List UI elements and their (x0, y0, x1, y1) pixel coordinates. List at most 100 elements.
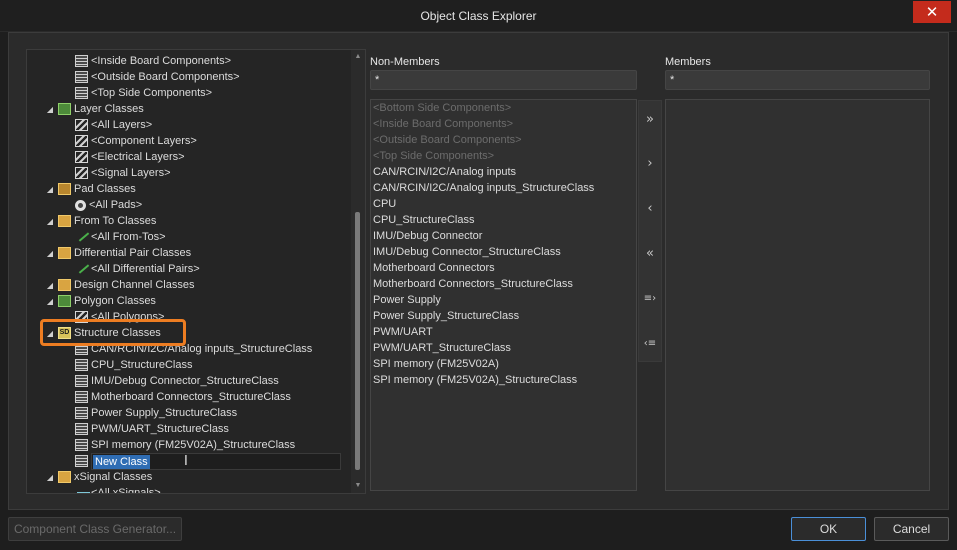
tree-item-label: <All xSignals> (91, 487, 161, 494)
tree-scrollbar[interactable]: ▲ ▼ (351, 50, 365, 493)
scroll-thumb[interactable] (355, 212, 360, 470)
non-member-item[interactable]: <Outside Board Components> (373, 132, 522, 148)
class-icon (75, 71, 88, 83)
tree-item[interactable]: IMU/Debug Connector_StructureClass (75, 373, 279, 389)
add-all-button[interactable]: » (639, 108, 661, 132)
tree-item[interactable]: Motherboard Connectors_StructureClass (75, 389, 291, 405)
expand-arrow-icon[interactable]: ◢ (45, 249, 55, 258)
class-icon (75, 423, 88, 435)
tree-item[interactable]: <All xSignals> (75, 485, 161, 494)
non-member-item[interactable]: <Top Side Components> (373, 148, 494, 164)
non-member-item[interactable]: SPI memory (FM25V02A) (373, 356, 499, 372)
window-title: Object Class Explorer (420, 9, 537, 23)
tree-item[interactable]: <Component Layers> (75, 133, 197, 149)
move-buttons: » › ‹ « ≡› ‹≡ (638, 100, 662, 362)
expand-arrow-icon[interactable]: ◢ (45, 297, 55, 306)
tree-item-label: <Signal Layers> (91, 167, 171, 179)
tree-item-label: <Inside Board Components> (91, 55, 232, 67)
tree-item[interactable]: Power Supply_StructureClass (75, 405, 237, 421)
tree-item[interactable]: <Inside Board Components> (75, 53, 231, 69)
tree-item[interactable]: ◢ Polygon Classes (45, 293, 156, 309)
close-button[interactable]: ✕ (913, 1, 951, 23)
dialog-body: <All xSignals> ◢ xSignal Classes New Class I… (8, 32, 949, 510)
tree-item-label: Design Channel Classes (74, 279, 195, 291)
non-member-item[interactable]: <Inside Board Components> (373, 116, 513, 132)
non-member-item[interactable]: CPU_StructureClass (373, 212, 474, 228)
tree-item-label: SPI memory (FM25V02A)_StructureClass (91, 439, 296, 451)
component-class-generator-button[interactable]: Component Class Generator... (8, 517, 182, 541)
diff-pair-icon (75, 263, 88, 275)
non-member-item[interactable]: SPI memory (FM25V02A)_StructureClass (373, 372, 577, 388)
ok-button[interactable]: OK (791, 517, 866, 541)
tree-item[interactable]: <All Pads> (75, 197, 142, 213)
tree-item-label: xSignal Classes (74, 471, 153, 483)
non-member-item[interactable]: PWM/UART_StructureClass (373, 340, 511, 356)
non-member-item[interactable]: Motherboard Connectors_StructureClass (373, 276, 573, 292)
scroll-up-arrow-icon[interactable]: ▲ (351, 50, 365, 64)
tree-item[interactable]: <All Differential Pairs> (75, 261, 200, 277)
folder-icon (58, 471, 71, 483)
tree-item[interactable]: CPU_StructureClass (75, 357, 192, 373)
tree-item-label: From To Classes (74, 215, 157, 227)
non-member-item[interactable]: CAN/RCIN/I2C/Analog inputs_StructureClas… (373, 180, 594, 196)
tree-item[interactable]: SPI memory (FM25V02A)_StructureClass (75, 437, 295, 453)
expand-arrow-icon[interactable]: ◢ (45, 217, 55, 226)
non-member-item[interactable]: CAN/RCIN/I2C/Analog inputs (373, 164, 516, 180)
add-selected-button[interactable]: ≡› (639, 287, 661, 311)
non-member-item[interactable]: IMU/Debug Connector (373, 228, 482, 244)
tree-item[interactable]: ◢ Layer Classes (45, 101, 144, 117)
members-list[interactable] (665, 99, 930, 491)
tree-item[interactable]: New Class I (75, 452, 341, 470)
class-icon (75, 407, 88, 419)
class-icon (75, 375, 88, 387)
folder-icon (58, 279, 71, 291)
expand-arrow-icon[interactable]: ◢ (45, 185, 55, 194)
tree-item-label: Pad Classes (74, 183, 136, 195)
class-tree[interactable]: <All xSignals> ◢ xSignal Classes New Class I… (26, 49, 366, 494)
scroll-down-arrow-icon[interactable]: ▼ (351, 479, 365, 493)
cancel-button[interactable]: Cancel (874, 517, 949, 541)
non-member-item[interactable]: IMU/Debug Connector_StructureClass (373, 244, 561, 260)
non-members-list[interactable]: <Bottom Side Components> <Inside Board Co… (370, 99, 637, 491)
non-member-item[interactable]: CPU (373, 196, 396, 212)
non-member-item[interactable]: PWM/UART (373, 324, 433, 340)
non-members-filter-input[interactable]: * (370, 70, 637, 90)
non-member-item[interactable]: Power Supply (373, 292, 441, 308)
tree-item[interactable]: <Outside Board Components> (75, 69, 240, 85)
tree-item-label: PWM/UART_StructureClass (91, 423, 229, 435)
tree-item[interactable]: PWM/UART_StructureClass (75, 421, 229, 437)
class-icon (75, 87, 88, 99)
tree-item[interactable]: <Electrical Layers> (75, 149, 185, 165)
pad-icon (75, 199, 86, 211)
tree-item[interactable]: <All From-Tos> (75, 229, 166, 245)
expand-arrow-icon[interactable]: ◢ (45, 473, 55, 482)
tree-item-label: <Outside Board Components> (91, 71, 240, 83)
remove-all-button[interactable]: « (639, 242, 661, 266)
tree-item-label: Polygon Classes (74, 295, 156, 307)
non-member-item[interactable]: Power Supply_StructureClass (373, 308, 519, 324)
tree-item-label: Motherboard Connectors_StructureClass (91, 391, 291, 403)
polygon-folder-icon (58, 295, 71, 307)
tree-item[interactable]: ◢ Differential Pair Classes (45, 245, 191, 261)
tree-item-label: <Top Side Components> (91, 87, 213, 99)
new-class-name-input[interactable]: New Class I (91, 452, 341, 470)
expand-arrow-icon[interactable]: ◢ (45, 281, 55, 290)
tree-item[interactable]: ◢ xSignal Classes (45, 469, 152, 485)
from-to-icon (75, 231, 88, 243)
remove-button[interactable]: ‹ (639, 197, 661, 221)
tree-item[interactable]: ◢ Pad Classes (45, 181, 136, 197)
non-member-item[interactable]: Motherboard Connectors (373, 260, 495, 276)
add-button[interactable]: › (639, 152, 661, 176)
expand-arrow-icon[interactable]: ◢ (45, 105, 55, 114)
members-filter-input[interactable]: * (665, 70, 930, 90)
tree-item[interactable]: ◢ From To Classes (45, 213, 156, 229)
tree-item[interactable]: ◢ Design Channel Classes (45, 277, 194, 293)
tree-item[interactable]: <Signal Layers> (75, 165, 171, 181)
tree-item[interactable]: <Top Side Components> (75, 85, 212, 101)
tree-item[interactable]: <All Layers> (75, 117, 152, 133)
class-icon (75, 359, 88, 371)
non-member-item[interactable]: <Bottom Side Components> (373, 100, 511, 116)
members-label: Members (665, 56, 711, 68)
tree-item-label: CPU_StructureClass (91, 359, 193, 371)
remove-selected-button[interactable]: ‹≡ (639, 332, 661, 356)
